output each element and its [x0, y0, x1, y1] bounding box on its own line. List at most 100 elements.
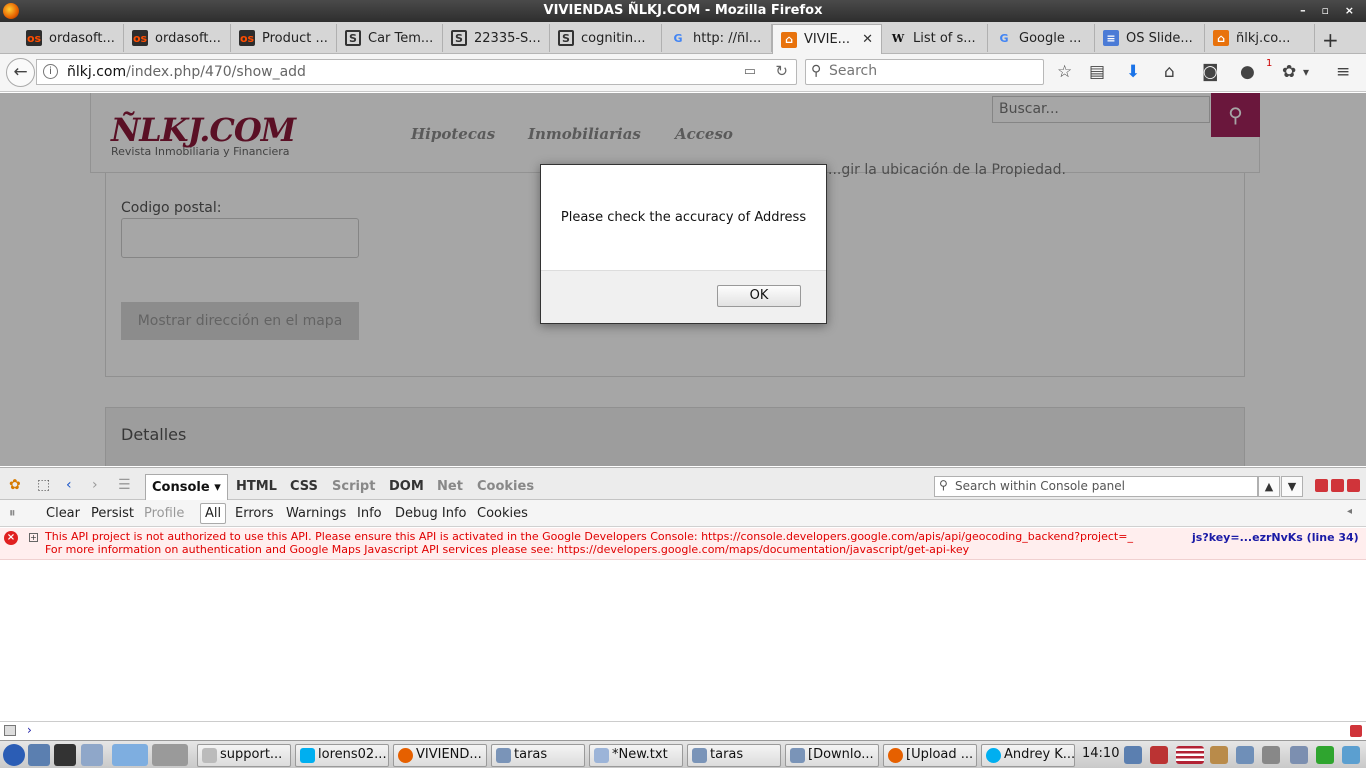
messenger-icon[interactable]	[1342, 746, 1360, 764]
browser-search-bar[interactable]: ⚲	[805, 59, 1044, 85]
browser-tab[interactable]: Ghttp: //ñl...	[662, 24, 772, 52]
error-source-link[interactable]: js?key=...ezrNvKs (line 34)	[1192, 531, 1359, 544]
back-arrow-icon[interactable]: ‹	[66, 477, 72, 493]
taskbar-item[interactable]: support...	[197, 744, 291, 767]
clock[interactable]: 14:10	[1082, 746, 1119, 761]
search-next-button[interactable]: ▼	[1281, 476, 1303, 497]
menu-icon[interactable]: ≡	[1336, 62, 1350, 82]
browser-tab[interactable]: S 22335-S...	[443, 24, 550, 52]
pause-icon[interactable]: ⏸	[9, 506, 16, 521]
network-icon[interactable]	[1124, 746, 1142, 764]
expand-icon[interactable]: +	[29, 533, 38, 542]
clear-button[interactable]: Clear	[46, 506, 80, 521]
wikipedia-icon: W	[891, 31, 905, 45]
taskbar-item[interactable]: [Downlo...	[785, 744, 879, 767]
firebug-menu-icon[interactable]: ✿	[9, 477, 21, 493]
browser-tab[interactable]: os Product ...	[231, 24, 337, 52]
taskbar-item[interactable]: *New.txt	[589, 744, 683, 767]
workspace-2[interactable]	[152, 744, 188, 766]
power-icon[interactable]	[1290, 746, 1308, 764]
browser-tab[interactable]: os ordasoft...	[124, 24, 231, 52]
workspace-1[interactable]	[112, 744, 148, 766]
text-editor-icon	[594, 748, 609, 763]
url-bar[interactable]: i ñlkj.com/index.php/470/show_add ▭ ↻	[36, 59, 797, 85]
downloads-icon[interactable]: ⬇	[1126, 62, 1140, 82]
logout-icon[interactable]	[1150, 746, 1168, 764]
taskbar-item[interactable]: [Upload ...	[883, 744, 977, 767]
detach-icon[interactable]	[1331, 479, 1344, 492]
filter-errors[interactable]: Errors	[235, 506, 273, 521]
notification-badge[interactable]: 1	[1266, 58, 1272, 69]
taskbar-item[interactable]: taras	[687, 744, 781, 767]
terminal-icon[interactable]	[54, 744, 76, 766]
browser-search-input[interactable]	[829, 63, 1029, 79]
browser-tab[interactable]: G Google ...	[988, 24, 1095, 52]
browser-tab[interactable]: S Car Tem...	[337, 24, 443, 52]
taskbar-item[interactable]: lorens02...	[295, 744, 389, 767]
browser-tab[interactable]: ≡ OS Slide...	[1095, 24, 1205, 52]
filter-info[interactable]: Info	[357, 506, 382, 521]
windows-icon[interactable]	[81, 744, 103, 766]
bookmarks-list-icon[interactable]: ▤	[1089, 62, 1105, 82]
command-line[interactable]: ›	[0, 721, 1366, 740]
bookmark-star-icon[interactable]: ☆	[1057, 62, 1072, 82]
keyboard-layout-flag-icon[interactable]	[1176, 746, 1204, 764]
close-tab-icon[interactable]: ✕	[862, 32, 873, 47]
tab-css[interactable]: CSS	[290, 479, 318, 494]
window-icon	[202, 748, 217, 763]
tab-html[interactable]: HTML	[236, 479, 277, 494]
house-icon: ⌂	[1213, 30, 1229, 46]
fedora-menu-icon[interactable]	[3, 744, 25, 766]
persist-button[interactable]: Persist	[91, 506, 134, 521]
back-button[interactable]: ←	[6, 58, 35, 87]
firebug-icon[interactable]: ✿	[1282, 62, 1296, 82]
browser-tab[interactable]: Scognitin...	[550, 24, 662, 52]
tab-console[interactable]: Console ▾	[145, 474, 228, 502]
tab-cookies[interactable]: Cookies	[477, 479, 534, 494]
home-icon[interactable]: ⌂	[1164, 62, 1175, 82]
reload-icon[interactable]: ↻	[775, 62, 788, 80]
browser-tab[interactable]: os ordasoft...	[18, 24, 124, 52]
stackexchange-icon: S	[345, 30, 361, 46]
display-icon[interactable]	[1236, 746, 1254, 764]
clipboard-icon[interactable]	[1210, 746, 1228, 764]
window-controls[interactable]: – ▫ ×	[1300, 0, 1360, 22]
pocket-icon[interactable]: ◙	[1202, 62, 1219, 82]
tab-dom[interactable]: DOM	[389, 479, 424, 494]
filter-all[interactable]: All	[200, 503, 227, 524]
close-icon[interactable]	[1347, 479, 1360, 492]
reader-view-icon[interactable]: ▭	[744, 64, 756, 79]
filter-cookies[interactable]: Cookies	[477, 506, 528, 521]
browser-tab[interactable]: ⌂ ñlkj.co...	[1205, 24, 1315, 52]
close-icon[interactable]	[1350, 725, 1362, 737]
url-text[interactable]: ñlkj.com/index.php/470/show_add	[67, 64, 306, 80]
update-check-icon[interactable]	[1316, 746, 1334, 764]
command-editor-icon[interactable]	[4, 725, 16, 736]
tab-net[interactable]: Net	[437, 479, 463, 494]
filter-warnings[interactable]: Warnings	[286, 506, 346, 521]
search-prev-button[interactable]: ▲	[1258, 476, 1280, 497]
new-tab-icon[interactable]: +	[1322, 28, 1339, 52]
google-icon: G	[673, 31, 683, 45]
ok-button[interactable]: OK	[717, 285, 801, 307]
taskbar-item[interactable]: taras	[491, 744, 585, 767]
volume-icon[interactable]	[1262, 746, 1280, 764]
profile-button[interactable]: Profile	[144, 506, 184, 521]
browser-tab[interactable]: W List of s...	[882, 24, 988, 52]
console-search-input[interactable]: ⚲ Search within Console panel	[934, 476, 1258, 497]
command-editor-icon[interactable]: ☰	[118, 477, 131, 493]
console-error-row[interactable]: × + This API project is not authorized t…	[0, 528, 1366, 560]
browser-tab-active[interactable]: ⌂ VIVIE... ✕	[772, 24, 882, 54]
panel-toggle-icon[interactable]: ◂	[1347, 506, 1352, 517]
tab-script[interactable]: Script	[332, 479, 375, 494]
extension-icon[interactable]: ●	[1240, 62, 1255, 82]
chevron-down-icon[interactable]: ▾	[1303, 65, 1309, 79]
minimize-icon[interactable]	[1315, 479, 1328, 492]
filter-debug-info[interactable]: Debug Info	[395, 506, 467, 521]
taskbar-item[interactable]: Andrey K...	[981, 744, 1075, 767]
inspect-element-icon[interactable]: ⬚	[37, 477, 50, 493]
computer-icon[interactable]	[28, 744, 50, 766]
site-info-icon[interactable]: i	[43, 64, 58, 79]
taskbar-item[interactable]: VIVIEND...	[393, 744, 487, 767]
forward-arrow-icon[interactable]: ›	[92, 477, 98, 493]
